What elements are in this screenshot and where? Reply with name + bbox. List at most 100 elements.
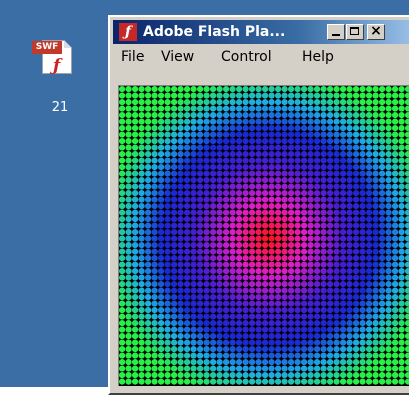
grid-dot [125,268,132,275]
grid-dot [398,294,405,301]
grid-dot [171,255,178,262]
grid-dot [333,287,340,294]
grid-dot [151,255,158,262]
grid-dot [132,105,139,112]
grid-dot [236,268,243,275]
grid-dot [327,352,334,359]
grid-dot [372,333,379,340]
grid-dot [171,248,178,255]
grid-dot [223,274,230,281]
grid-dot [229,209,236,216]
grid-dot [190,326,197,333]
grid-dot [184,92,191,99]
grid-dot [340,307,347,314]
grid-dot [346,274,353,281]
grid-dot [327,92,334,99]
flash-app-icon[interactable]: ƒ [119,23,137,41]
grid-dot [379,86,386,93]
grid-dot [132,372,139,379]
grid-dot [203,118,210,125]
grid-dot [405,378,409,385]
grid-dot [379,320,386,327]
grid-dot [138,333,145,340]
grid-dot [346,138,353,145]
grid-dot [359,222,366,229]
grid-dot [203,235,210,242]
grid-dot [171,209,178,216]
grid-dot [314,235,321,242]
grid-dot [301,307,308,314]
grid-dot [223,125,230,132]
grid-dot [385,164,392,171]
minimize-button[interactable] [327,24,345,40]
grid-dot [236,105,243,112]
grid-dot [392,339,399,346]
grid-dot [398,307,405,314]
flash-stage[interactable] [118,85,409,386]
grid-dot [379,326,386,333]
menu-help[interactable]: Help [302,45,334,69]
grid-dot [177,222,184,229]
grid-dot [392,300,399,307]
grid-dot [236,183,243,190]
grid-dot [216,261,223,268]
desktop-file-icon-21[interactable]: SWF ƒ 21 [28,38,92,118]
grid-dot [158,346,165,353]
grid-dot [346,255,353,262]
grid-dot [242,229,249,236]
grid-dot [320,372,327,379]
grid-dot [255,183,262,190]
maximize-button[interactable] [346,24,364,40]
grid-dot [138,352,145,359]
grid-dot [366,268,373,275]
grid-dot [132,320,139,327]
grid-dot [333,216,340,223]
grid-dot [366,177,373,184]
grid-dot [138,209,145,216]
grid-dot [405,248,409,255]
grid-dot [132,255,139,262]
grid-dot [281,157,288,164]
grid-dot [210,326,217,333]
close-button[interactable]: × [367,23,385,40]
grid-dot [242,300,249,307]
grid-dot [385,346,392,353]
grid-dot [398,216,405,223]
grid-dot [307,190,314,197]
grid-dot [216,339,223,346]
grid-dot [320,235,327,242]
grid-dot [151,196,158,203]
grid-dot [125,151,132,158]
grid-dot [151,190,158,197]
grid-dot [132,144,139,151]
grid-dot [242,138,249,145]
grid-dot [158,235,165,242]
grid-dot [398,157,405,164]
grid-dot [249,125,256,132]
grid-dot [327,177,334,184]
grid-dot [138,365,145,372]
grid-dot [197,203,204,210]
grid-dot [301,326,308,333]
grid-dot [138,99,145,106]
grid-dot [132,170,139,177]
menu-view[interactable]: View [161,45,194,69]
grid-dot [353,196,360,203]
grid-dot [203,105,210,112]
grid-dot [229,177,236,184]
grid-dot [262,183,269,190]
grid-dot [236,112,243,119]
grid-dot [132,190,139,197]
menu-file[interactable]: File [121,45,144,69]
grid-dot [236,177,243,184]
grid-dot [333,281,340,288]
grid-dot [138,183,145,190]
title-bar[interactable]: ƒ Adobe Flash Pla... × [113,20,409,44]
grid-dot [307,138,314,145]
menu-control[interactable]: Control [221,45,272,69]
grid-dot [177,229,184,236]
grid-dot [197,294,204,301]
grid-dot [275,333,282,340]
grid-dot [320,86,327,93]
grid-dot [346,99,353,106]
